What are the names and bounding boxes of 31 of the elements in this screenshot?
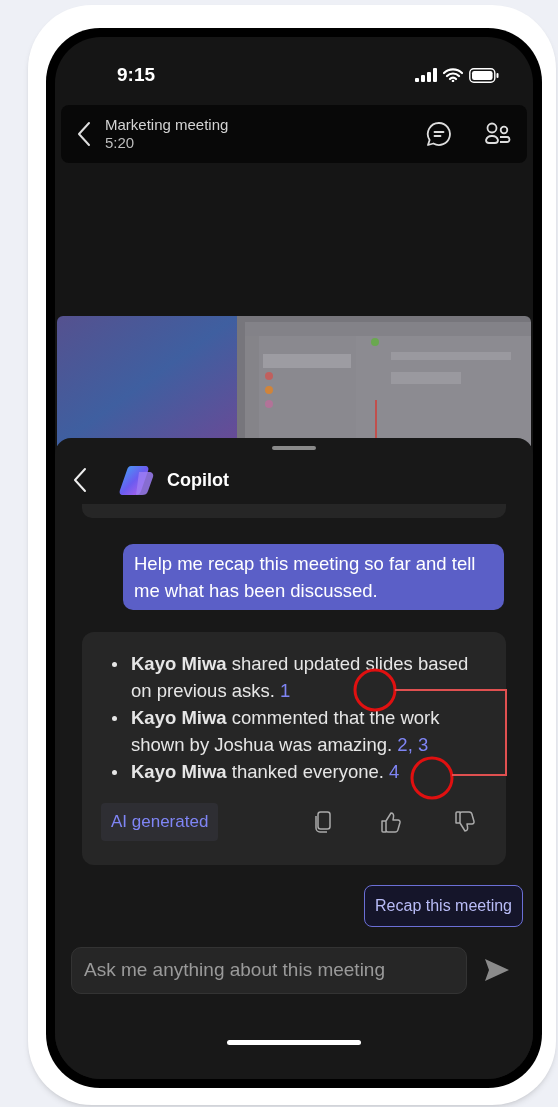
citation-link[interactable]: 1 — [280, 680, 291, 701]
bullet-icon — [112, 716, 117, 721]
copilot-title: Copilot — [167, 468, 229, 492]
thumbs-down-icon[interactable] — [454, 810, 476, 833]
copilot-logo-icon — [119, 464, 155, 496]
prompt-bubble: Help me recap this meeting so far and tell me what has been discussed. — [123, 544, 504, 610]
back-icon[interactable] — [77, 121, 91, 147]
send-icon[interactable] — [484, 958, 510, 982]
summary-point: Kayo Miwa commented that the work shown by Joshua was amazing. 2, 3 — [131, 706, 441, 757]
drag-handle[interactable] — [272, 446, 316, 450]
thumbs-up-icon[interactable] — [380, 810, 402, 833]
signal-icon — [415, 68, 437, 82]
summary-point: Kayo Miwa shared updated slides based on previous asks. 1 — [131, 652, 470, 703]
wifi-icon — [443, 68, 463, 82]
copy-icon[interactable] — [314, 810, 332, 833]
bullet-icon — [112, 770, 117, 775]
suggestion-button[interactable]: Recap this meeting — [364, 884, 523, 927]
home-indicator[interactable] — [227, 1039, 361, 1045]
chat-icon[interactable] — [425, 121, 453, 147]
citation-link[interactable]: 4 — [389, 761, 400, 782]
ai-generated-label: AI generated — [101, 803, 219, 841]
summary-point: Kayo Miwa thanked everyone. 4 — [131, 760, 401, 784]
battery-icon — [469, 67, 499, 83]
meeting-title: Marketing meeting — [105, 116, 229, 134]
status-time: 9:15 — [117, 62, 156, 87]
message-input[interactable]: Ask me anything about this meeting — [71, 946, 467, 994]
back-icon[interactable] — [73, 467, 87, 493]
meeting-duration: 5:20 — [105, 134, 136, 152]
people-icon[interactable] — [483, 121, 511, 147]
bullet-icon — [112, 662, 117, 667]
citation-link[interactable]: 2, 3 — [397, 734, 429, 755]
